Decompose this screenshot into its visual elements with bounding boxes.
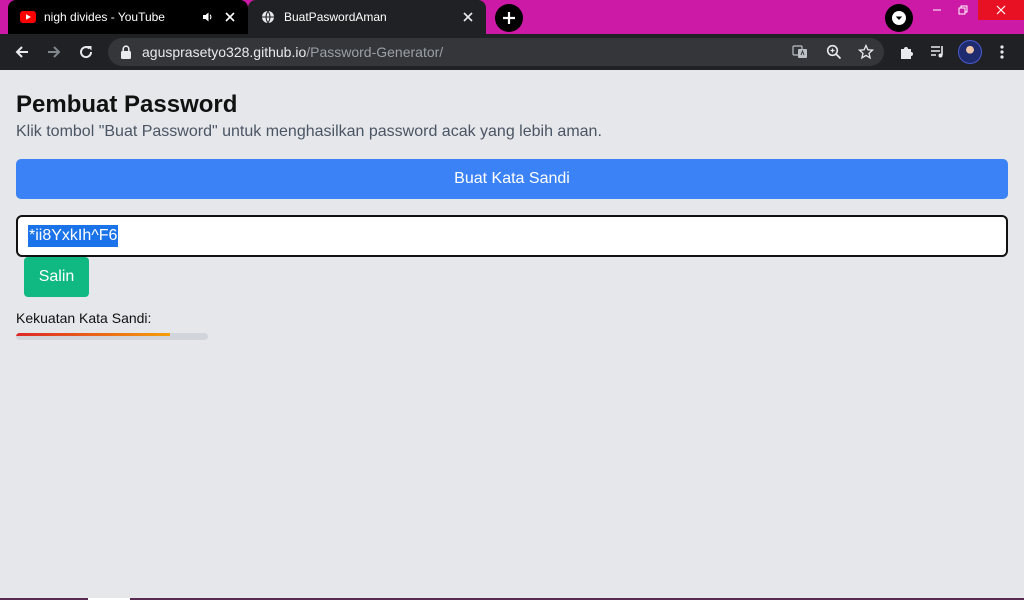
strength-meter: [16, 333, 208, 340]
extensions-button[interactable]: [892, 38, 920, 66]
close-icon[interactable]: [460, 9, 476, 25]
url-path: /Password-Generator/: [306, 44, 444, 60]
password-output-field[interactable]: *ii8YxkIh^F6: [16, 215, 1008, 257]
globe-icon: [260, 9, 276, 25]
plus-icon: [503, 12, 515, 24]
password-value: *ii8YxkIh^F6: [28, 225, 119, 247]
browser-toolbar: agusprasetyo328.github.io/Password-Gener…: [0, 34, 1024, 70]
tab-strip: nigh divides - YouTube BuatPaswordAman: [0, 0, 1024, 34]
tab-title: nigh divides - YouTube: [44, 10, 165, 24]
reload-button[interactable]: [72, 38, 100, 66]
strength-meter-fill: [16, 333, 170, 336]
close-icon[interactable]: [222, 9, 238, 25]
forward-arrow-icon: [48, 46, 61, 58]
avatar[interactable]: [958, 40, 982, 64]
page-content: Pembuat Password Klik tombol "Buat Passw…: [0, 70, 1024, 600]
lock-icon[interactable]: [120, 45, 134, 59]
new-tab-button[interactable]: [495, 4, 523, 32]
page-title: Pembuat Password: [16, 91, 238, 118]
minimize-icon: [933, 9, 941, 11]
window-close-button[interactable]: [978, 0, 1024, 20]
minimize-button[interactable]: [924, 0, 950, 20]
youtube-icon: [20, 9, 36, 25]
more-vert-icon: [1000, 45, 1004, 59]
bookmark-star-icon[interactable]: [854, 42, 878, 62]
tab-youtube[interactable]: nigh divides - YouTube: [8, 0, 248, 34]
media-control-button[interactable]: [924, 38, 952, 66]
menu-button[interactable]: [988, 38, 1016, 66]
close-icon: [996, 5, 1006, 15]
copy-button[interactable]: Salin: [24, 257, 89, 297]
address-bar[interactable]: agusprasetyo328.github.io/Password-Gener…: [108, 38, 884, 66]
back-arrow-icon: [15, 46, 28, 58]
tab-active[interactable]: BuatPaswordAman: [248, 0, 486, 34]
playlist-icon: [931, 46, 943, 58]
url-host: agusprasetyo328.github.io: [142, 44, 307, 60]
tab-title: BuatPaswordAman: [284, 10, 387, 24]
restore-button[interactable]: [950, 0, 976, 20]
translate-icon[interactable]: [788, 42, 812, 62]
speaker-icon[interactable]: [200, 9, 216, 25]
tab-search-button[interactable]: [885, 4, 913, 32]
back-button[interactable]: [8, 38, 36, 66]
generate-password-button[interactable]: Buat Kata Sandi: [16, 159, 1008, 199]
page-subtitle: Klik tombol "Buat Password" untuk mengha…: [16, 123, 602, 140]
puzzle-icon: [901, 47, 913, 59]
reload-icon: [80, 46, 93, 59]
chevron-down-icon: [892, 11, 906, 25]
forward-button[interactable]: [40, 38, 68, 66]
restore-icon: [958, 5, 968, 15]
strength-label: Kekuatan Kata Sandi:: [16, 310, 152, 326]
zoom-icon[interactable]: [822, 42, 846, 62]
